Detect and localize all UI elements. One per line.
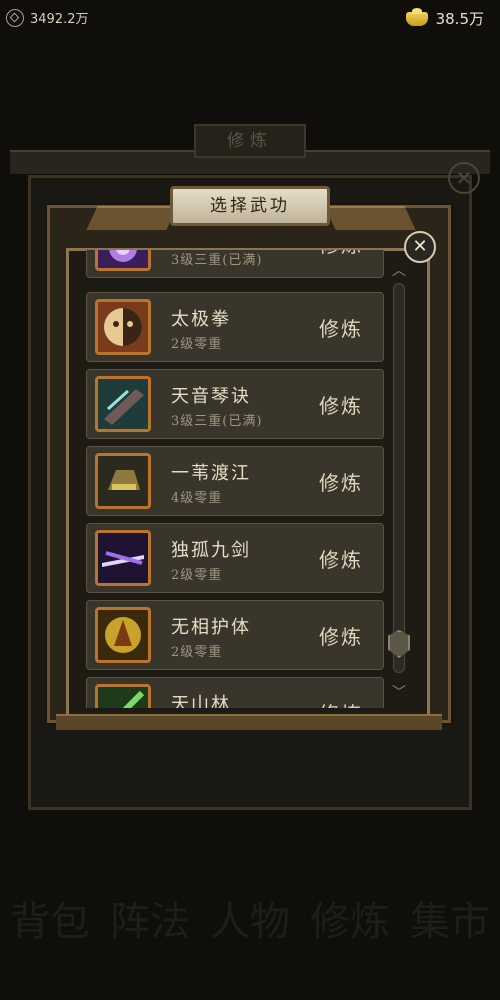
title-wing-left <box>86 206 178 230</box>
skill-name: 无相护体 <box>171 617 251 638</box>
skill-name: 独孤九剑 <box>171 540 251 561</box>
train-button[interactable]: 修炼 <box>319 390 363 419</box>
background-panel-title: 修炼 <box>194 124 306 158</box>
nav-item-formation: 阵法 <box>110 899 190 945</box>
nav-item-training: 修炼 <box>310 899 390 945</box>
skill-name: 太极拳 <box>171 309 231 330</box>
taiji-mask-icon <box>95 299 151 355</box>
close-icon: ✕ <box>412 236 428 257</box>
skill-row[interactable]: 3级三重(已满) 修炼 <box>86 250 384 278</box>
scroll-down-icon[interactable]: ﹀ <box>390 686 408 700</box>
coin-icon <box>6 8 24 27</box>
skill-level: 2级零重 <box>171 645 223 660</box>
skill-level: 2级零重 <box>171 337 223 352</box>
nav-item-market: 集市 <box>410 899 490 945</box>
skill-row[interactable]: 无相护体 2级零重 修炼 <box>86 600 384 670</box>
golden-boot-icon <box>95 453 151 509</box>
skill-row[interactable]: 一苇渡江 4级零重 修炼 <box>86 446 384 516</box>
skill-row[interactable]: 天山林 修炼 <box>86 677 384 708</box>
skill-list[interactable]: 3级三重(已满) 修炼 太极拳 2级零重 修炼 天音琴诀 3级三重(已满) 修炼… <box>86 250 386 708</box>
skill-row[interactable]: 太极拳 2级零重 修炼 <box>86 292 384 362</box>
train-button[interactable]: 修炼 <box>319 313 363 342</box>
green-blade-icon <box>95 684 151 708</box>
skill-level: 3级三重(已满) <box>171 253 263 268</box>
scrollbar-track[interactable] <box>393 283 405 673</box>
golden-body-icon <box>95 607 151 663</box>
qin-strike-icon <box>95 376 151 432</box>
scroll-up-icon[interactable]: ︿ <box>390 264 408 278</box>
train-button[interactable]: 修炼 <box>319 621 363 650</box>
violet-sword-icon <box>95 530 151 586</box>
ingot-counter: 38.5万 <box>405 7 484 29</box>
background-close-icon: ✕ <box>448 162 480 194</box>
purple-energy-icon <box>95 250 151 271</box>
dialog-title: 选择武功 <box>170 186 330 226</box>
skill-row[interactable]: 独孤九剑 2级零重 修炼 <box>86 523 384 593</box>
skill-name: 一苇渡江 <box>171 463 251 484</box>
top-bar: 3492.2万 38.5万 <box>0 0 500 38</box>
skill-level: 3级三重(已满) <box>171 414 263 429</box>
nav-item-bag: 背包 <box>10 899 90 945</box>
train-button[interactable]: 修炼 <box>319 698 363 708</box>
title-wing-right <box>324 206 416 230</box>
gold-ingot-icon <box>405 7 428 26</box>
train-button[interactable]: 修炼 <box>319 467 363 496</box>
nav-item-character: 人物 <box>210 899 290 945</box>
train-button[interactable]: 修炼 <box>319 544 363 573</box>
coin-counter: 3492.2万 <box>6 8 89 27</box>
train-button[interactable]: 修炼 <box>319 250 363 258</box>
skill-level: 4级零重 <box>171 491 223 506</box>
coin-amount: 3492.2万 <box>30 12 89 27</box>
ingot-amount: 38.5万 <box>435 10 484 28</box>
skill-name: 天山林 <box>171 694 231 708</box>
skill-name: 天音琴诀 <box>171 386 251 407</box>
close-button[interactable]: ✕ <box>404 231 436 263</box>
bottom-nav: 背包 阵法 人物 修炼 集市 <box>0 900 500 990</box>
skill-row[interactable]: 天音琴诀 3级三重(已满) 修炼 <box>86 369 384 439</box>
dialog-bottom-bar <box>56 714 442 730</box>
skill-level: 2级零重 <box>171 568 223 583</box>
